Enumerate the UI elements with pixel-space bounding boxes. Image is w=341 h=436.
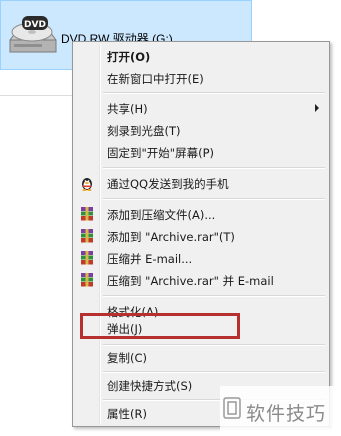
menu-separator bbox=[103, 295, 325, 297]
menu-item-label: 添加到 "Archive.rar"(T) bbox=[107, 230, 235, 244]
menu-item-label: 在新窗口中打开(E) bbox=[107, 72, 204, 86]
menu-item-label: 刻录到光盘(T) bbox=[107, 124, 181, 138]
menu-item-send-via-qq[interactable]: 通过QQ发送到我的手机 bbox=[75, 172, 327, 194]
winrar-icon bbox=[79, 250, 95, 266]
menu-item-label: 打开(O) bbox=[107, 50, 151, 64]
dvd-badge-text: DVD bbox=[24, 20, 46, 30]
menu-item-open[interactable]: 打开(O) bbox=[75, 45, 327, 67]
menu-item-label: 通过QQ发送到我的手机 bbox=[107, 177, 229, 191]
menu-item-pin-to-start[interactable]: 固定到"开始"屏幕(P) bbox=[75, 141, 327, 163]
menu-item-burn-to-disc[interactable]: 刻录到光盘(T) bbox=[75, 119, 327, 141]
menu-item-label: 添加到压缩文件(A)... bbox=[107, 208, 216, 222]
watermark-logo-icon bbox=[223, 397, 241, 419]
menu-item-open-new-window[interactable]: 在新窗口中打开(E) bbox=[75, 67, 327, 89]
watermark-text: 软件技巧 bbox=[246, 403, 327, 425]
menu-item-label: 固定到"开始"屏幕(P) bbox=[107, 146, 214, 160]
winrar-icon bbox=[79, 206, 95, 222]
dvd-drive-icon: DVD bbox=[6, 10, 58, 62]
menu-separator bbox=[103, 198, 325, 200]
qq-penguin-icon bbox=[79, 175, 95, 191]
menu-separator bbox=[103, 167, 325, 169]
menu-item-compress-and-email[interactable]: 压缩并 E-mail... bbox=[75, 247, 327, 269]
menu-item-share[interactable]: 共享(H) bbox=[75, 97, 327, 119]
menu-item-label: 压缩到 "Archive.rar" 并 E-mail bbox=[107, 274, 274, 288]
menu-item-label: 共享(H) bbox=[107, 102, 148, 116]
menu-item-label: 创建快捷方式(S) bbox=[107, 379, 193, 393]
context-menu: 打开(O) 在新窗口中打开(E) 共享(H) 刻录到光盘(T) 固定到"开始"屏… bbox=[72, 41, 330, 427]
eject-highlight-box bbox=[80, 313, 240, 339]
explorer-divider bbox=[0, 95, 80, 96]
watermark: 软件技巧 bbox=[220, 386, 341, 436]
winrar-icon bbox=[79, 272, 95, 288]
submenu-arrow-icon bbox=[315, 104, 319, 112]
menu-item-label: 属性(R) bbox=[107, 407, 147, 421]
menu-item-label: 压缩并 E-mail... bbox=[107, 252, 193, 266]
menu-item-label: 复制(C) bbox=[107, 351, 148, 365]
menu-separator bbox=[103, 92, 325, 94]
menu-item-copy[interactable]: 复制(C) bbox=[75, 346, 327, 368]
menu-item-add-to-archive[interactable]: 添加到压缩文件(A)... bbox=[75, 203, 327, 225]
winrar-icon bbox=[79, 228, 95, 244]
menu-item-compress-to-rar-and-email[interactable]: 压缩到 "Archive.rar" 并 E-mail bbox=[75, 269, 327, 291]
menu-separator bbox=[103, 371, 325, 373]
menu-item-add-to-archive-rar[interactable]: 添加到 "Archive.rar"(T) bbox=[75, 225, 327, 247]
